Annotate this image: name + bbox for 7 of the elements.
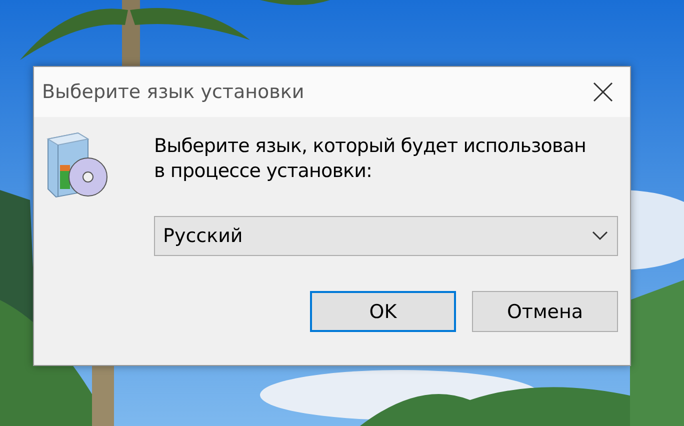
window-title: Выберите язык установки [42,81,306,103]
close-icon[interactable] [592,81,614,103]
instruction-text: Выберите язык, который будет использован в процессе установки: [154,134,588,184]
chevron-down-icon [591,230,609,242]
cancel-button[interactable]: Отмена [472,291,618,332]
language-dropdown[interactable]: Русский [154,216,618,256]
ok-button[interactable]: OK [310,291,456,332]
